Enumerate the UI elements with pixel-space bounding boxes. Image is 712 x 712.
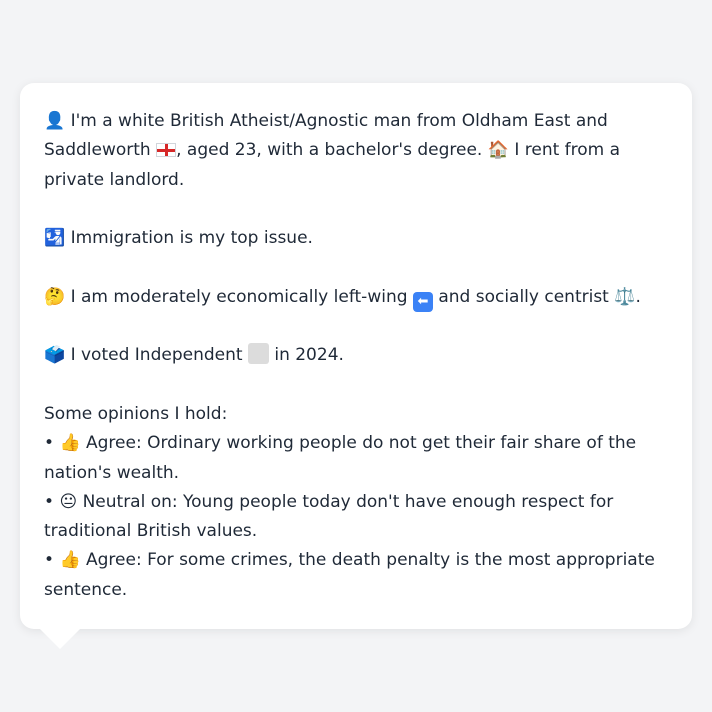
opinion-text: Agree: For some crimes, the death penalt… [44,550,655,600]
bullet: • [44,491,55,512]
balance-scale-icon: ⚖️ [614,286,636,307]
thumbs-up-icon: 👍 [59,550,81,571]
politics-text-2: and socially centrist [438,286,609,307]
passport-control-icon: 🛂 [44,228,66,249]
neutral-face-icon: 😐 [59,491,78,512]
bubble-tail [40,629,80,649]
top-issue-paragraph: 🛂 Immigration is my top issue. [44,224,668,253]
vote-paragraph: 🗳️ I voted Independent in 2024. [44,341,668,370]
top-issue-text: Immigration is my top issue. [70,228,313,249]
politics-text-3: . [635,286,641,307]
thumbs-up-icon: 👍 [59,433,81,454]
person-icon: 👤 [44,111,66,131]
ballot-box-icon: 🗳️ [44,345,66,366]
left-arrow-icon: ⬅ [412,291,433,312]
vote-text-2: in 2024. [274,345,344,366]
politics-paragraph: 🤔 I am moderately economically left-wing… [44,283,668,312]
politics-text-1: I am moderately economically left-wing [70,286,408,307]
intro-paragraph: 👤 I'm a white British Atheist/Agnostic m… [44,107,668,195]
vote-text-1: I voted Independent [70,345,243,366]
intro-text-2: , aged 23, with a bachelor's degree. [176,140,483,161]
profile-message-bubble: 👤 I'm a white British Atheist/Agnostic m… [20,83,692,629]
opinions-heading: Some opinions I hold: [44,403,228,424]
bullet: • [44,433,55,454]
opinion-text: Agree: Ordinary working people do not ge… [44,433,637,483]
thinking-face-icon: 🤔 [44,286,66,307]
england-flag-icon [156,143,177,158]
opinion-item: • 😐 Neutral on: Young people today don't… [44,488,668,547]
house-icon: 🏠 [487,140,509,161]
opinion-item: • 👍 Agree: Ordinary working people do no… [44,429,668,488]
opinion-text: Neutral on: Young people today don't hav… [44,491,614,542]
opinion-item: • 👍 Agree: For some crimes, the death pe… [44,546,668,605]
bullet: • [44,550,55,571]
gray-square-icon [247,343,269,365]
